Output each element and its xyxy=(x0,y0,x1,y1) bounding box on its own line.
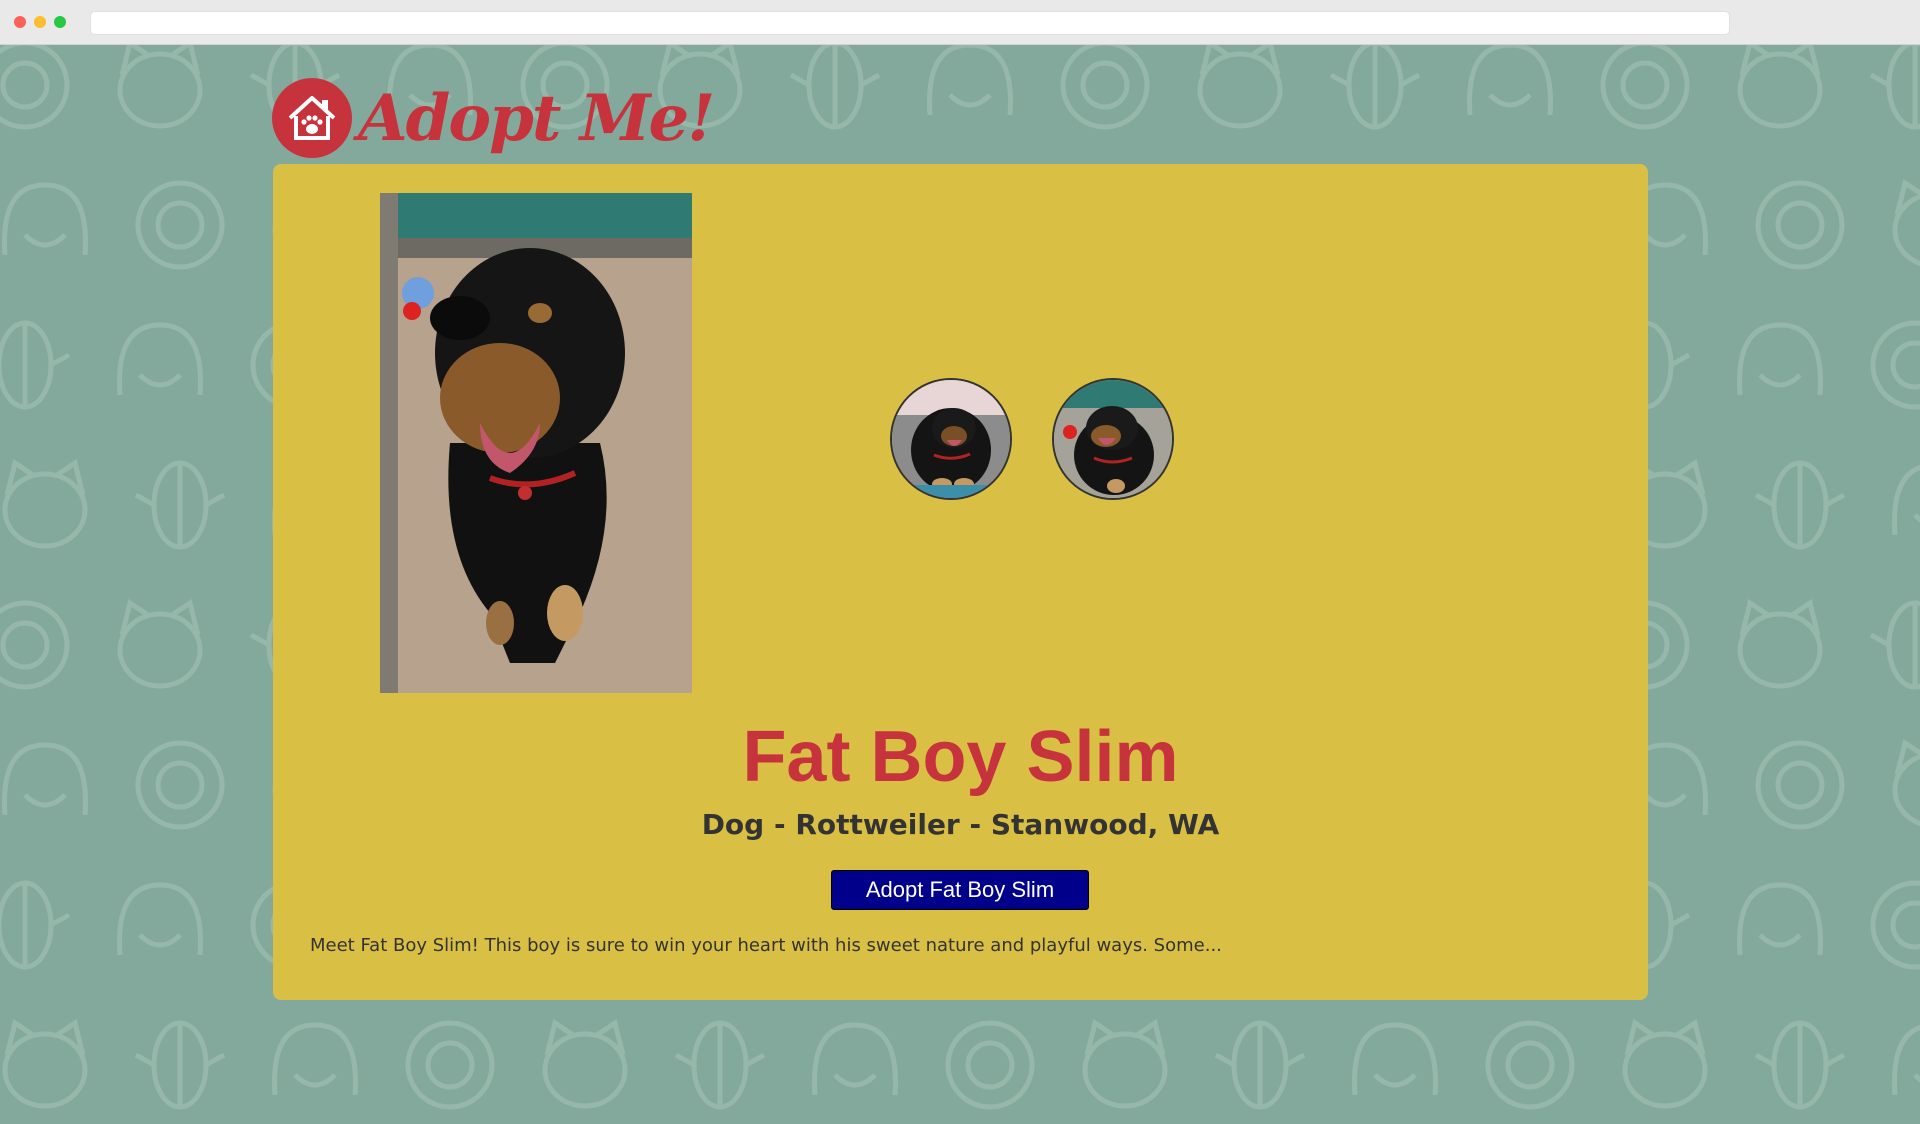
pattern-animal-outline xyxy=(405,1020,495,1110)
pattern-animal-outline xyxy=(1622,1018,1708,1109)
pet-meta: Dog - Rottweiler - Stanwood, WA xyxy=(701,808,1220,841)
pattern-animal-outline xyxy=(1737,322,1823,396)
pattern-animal-outline xyxy=(1754,1020,1846,1110)
pattern-animal-outline xyxy=(135,180,225,270)
pattern-animal-outline xyxy=(1329,45,1421,130)
pet-description: Meet Fat Boy Slim! This boy is sure to w… xyxy=(310,935,1222,956)
pattern-animal-outline xyxy=(272,1022,358,1096)
maximize-window-button[interactable] xyxy=(54,16,66,28)
pattern-animal-outline xyxy=(2,1018,88,1109)
pattern-animal-outline xyxy=(1870,320,1920,410)
page: Adopt Me! Fat Boy Slim Dog - Rottweiler … xyxy=(0,45,1920,1124)
pattern-animal-outline xyxy=(117,45,203,129)
pattern-animal-outline xyxy=(1197,45,1283,129)
pattern-animal-outline xyxy=(134,460,226,550)
house-paw-icon xyxy=(272,78,352,158)
pattern-animal-outline xyxy=(2,458,88,549)
pattern-animal-outline xyxy=(1892,1024,1920,1096)
pattern-animal-outline xyxy=(1755,740,1845,830)
pattern-animal-outline xyxy=(134,1020,226,1110)
pattern-animal-outline xyxy=(1892,178,1920,267)
pattern-animal-outline xyxy=(0,320,71,410)
pattern-animal-outline xyxy=(117,322,203,396)
pattern-animal-outline xyxy=(1737,882,1823,956)
pattern-animal-outline xyxy=(2,182,88,256)
pattern-animal-outline xyxy=(135,740,225,830)
pattern-animal-outline xyxy=(789,45,881,130)
pattern-animal-outline xyxy=(117,882,203,956)
pattern-animal-outline xyxy=(0,45,70,130)
pattern-animal-outline xyxy=(1892,464,1920,536)
logo-link[interactable]: Adopt Me! xyxy=(272,68,715,168)
pattern-animal-outline xyxy=(927,45,1013,116)
address-bar[interactable] xyxy=(90,11,1730,35)
pattern-animal-outline xyxy=(1467,45,1553,116)
pattern-animal-outline xyxy=(945,1020,1035,1110)
thumbnail-1[interactable] xyxy=(890,378,1012,500)
pattern-animal-outline xyxy=(1869,600,1920,690)
pattern-animal-outline xyxy=(0,880,71,970)
pattern-animal-outline xyxy=(1060,45,1150,130)
pattern-animal-outline xyxy=(1352,1022,1438,1096)
pattern-animal-outline xyxy=(0,600,70,690)
pattern-animal-outline xyxy=(1755,180,1845,270)
pet-name: Fat Boy Slim xyxy=(742,717,1179,797)
pattern-animal-outline xyxy=(1869,45,1920,130)
pattern-animal-outline xyxy=(674,1020,766,1110)
pattern-animal-outline xyxy=(542,1018,628,1109)
browser-chrome xyxy=(0,0,1920,45)
thumbnail-2[interactable] xyxy=(1052,378,1174,500)
pattern-animal-outline xyxy=(2,742,88,816)
close-window-button[interactable] xyxy=(14,16,26,28)
pattern-animal-outline xyxy=(1485,1020,1575,1110)
pattern-animal-outline xyxy=(1082,1018,1168,1109)
pattern-animal-outline xyxy=(1737,45,1823,129)
pattern-animal-outline xyxy=(812,1022,898,1096)
pattern-animal-outline xyxy=(1754,460,1846,550)
pattern-animal-outline xyxy=(1892,738,1920,827)
pattern-animal-outline xyxy=(1737,598,1823,689)
pattern-animal-outline xyxy=(1214,1020,1306,1110)
pattern-animal-outline xyxy=(1600,45,1690,130)
minimize-window-button[interactable] xyxy=(34,16,46,28)
adopt-button[interactable]: Adopt Fat Boy Slim xyxy=(831,870,1089,910)
main-pet-photo xyxy=(380,193,692,693)
pattern-animal-outline xyxy=(1870,880,1920,970)
pattern-animal-outline xyxy=(117,598,203,689)
details-card: Fat Boy Slim Dog - Rottweiler - Stanwood… xyxy=(273,164,1648,1000)
logo-text: Adopt Me! xyxy=(358,80,715,156)
